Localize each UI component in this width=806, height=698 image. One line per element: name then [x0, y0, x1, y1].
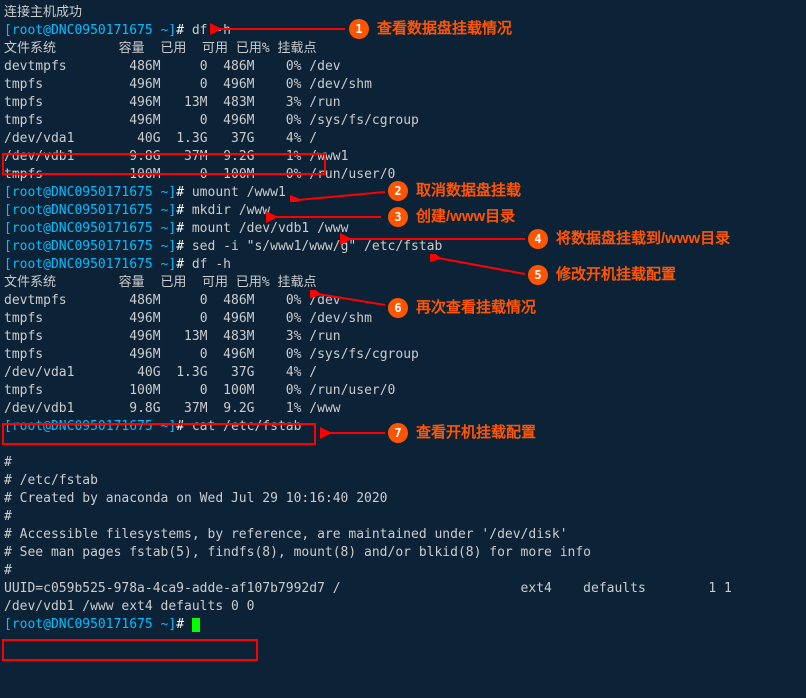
- df-row: tmpfs 496M 0 496M 0% /sys/fs/cgroup: [4, 346, 802, 364]
- prompt-line[interactable]: [root@DNC0950171675 ~]#: [4, 616, 802, 634]
- df-row: tmpfs 496M 13M 483M 3% /run: [4, 94, 802, 112]
- fstab-line: # See man pages fstab(5), findfs(8), mou…: [4, 544, 802, 562]
- prompt-line[interactable]: [root@DNC0950171675 ~]# mkdir /www: [4, 202, 802, 220]
- prompt-line[interactable]: [root@DNC0950171675 ~]# mount /dev/vdb1 …: [4, 220, 802, 238]
- df-row: tmpfs 496M 0 496M 0% /dev/shm: [4, 310, 802, 328]
- prompt-line[interactable]: [root@DNC0950171675 ~]# umount /www1: [4, 184, 802, 202]
- df-row: tmpfs 496M 0 496M 0% /sys/fs/cgroup: [4, 112, 802, 130]
- fstab-line: # /etc/fstab: [4, 472, 802, 490]
- df-row: /dev/vda1 40G 1.3G 37G 4% /: [4, 364, 802, 382]
- prompt-line[interactable]: [root@DNC0950171675 ~]# cat /etc/fstab: [4, 418, 802, 436]
- df-row: devtmpfs 486M 0 486M 0% /dev: [4, 292, 802, 310]
- fstab-line: #: [4, 454, 802, 472]
- df-row: tmpfs 496M 0 496M 0% /dev/shm: [4, 76, 802, 94]
- highlight-box-fstab-entry: [2, 639, 258, 661]
- df-row: tmpfs 100M 0 100M 0% /run/user/0: [4, 166, 802, 184]
- fstab-line: #: [4, 508, 802, 526]
- df-header: 文件系统 容量 已用 可用 已用% 挂载点: [4, 274, 802, 292]
- cursor-icon: [192, 618, 200, 632]
- fstab-line: # Accessible filesystems, by reference, …: [4, 526, 802, 544]
- fstab-line: UUID=c059b525-978a-4ca9-adde-af107b7992d…: [4, 580, 802, 598]
- status-line: 连接主机成功: [4, 4, 802, 22]
- df-row: tmpfs 100M 0 100M 0% /run/user/0: [4, 382, 802, 400]
- df-row: /dev/vda1 40G 1.3G 37G 4% /: [4, 130, 802, 148]
- df-header: 文件系统 容量 已用 可用 已用% 挂载点: [4, 40, 802, 58]
- df-row: tmpfs 496M 13M 483M 3% /run: [4, 328, 802, 346]
- fstab-line-highlighted: /dev/vdb1 /www ext4 defaults 0 0: [4, 598, 802, 616]
- df-row: devtmpfs 486M 0 486M 0% /dev: [4, 58, 802, 76]
- df-row-highlighted: /dev/vdb1 9.8G 37M 9.2G 1% /www: [4, 400, 802, 418]
- fstab-line: #: [4, 562, 802, 580]
- fstab-line: # Created by anaconda on Wed Jul 29 10:1…: [4, 490, 802, 508]
- prompt-line[interactable]: [root@DNC0950171675 ~]# sed -i "s/www1/w…: [4, 238, 802, 256]
- terminal-output: 连接主机成功 [root@DNC0950171675 ~]# df -h 文件系…: [4, 4, 802, 634]
- prompt-line[interactable]: [root@DNC0950171675 ~]# df -h: [4, 256, 802, 274]
- blank-line: [4, 436, 802, 454]
- prompt-line[interactable]: [root@DNC0950171675 ~]# df -h: [4, 22, 802, 40]
- df-row-highlighted: /dev/vdb1 9.8G 37M 9.2G 1% /www1: [4, 148, 802, 166]
